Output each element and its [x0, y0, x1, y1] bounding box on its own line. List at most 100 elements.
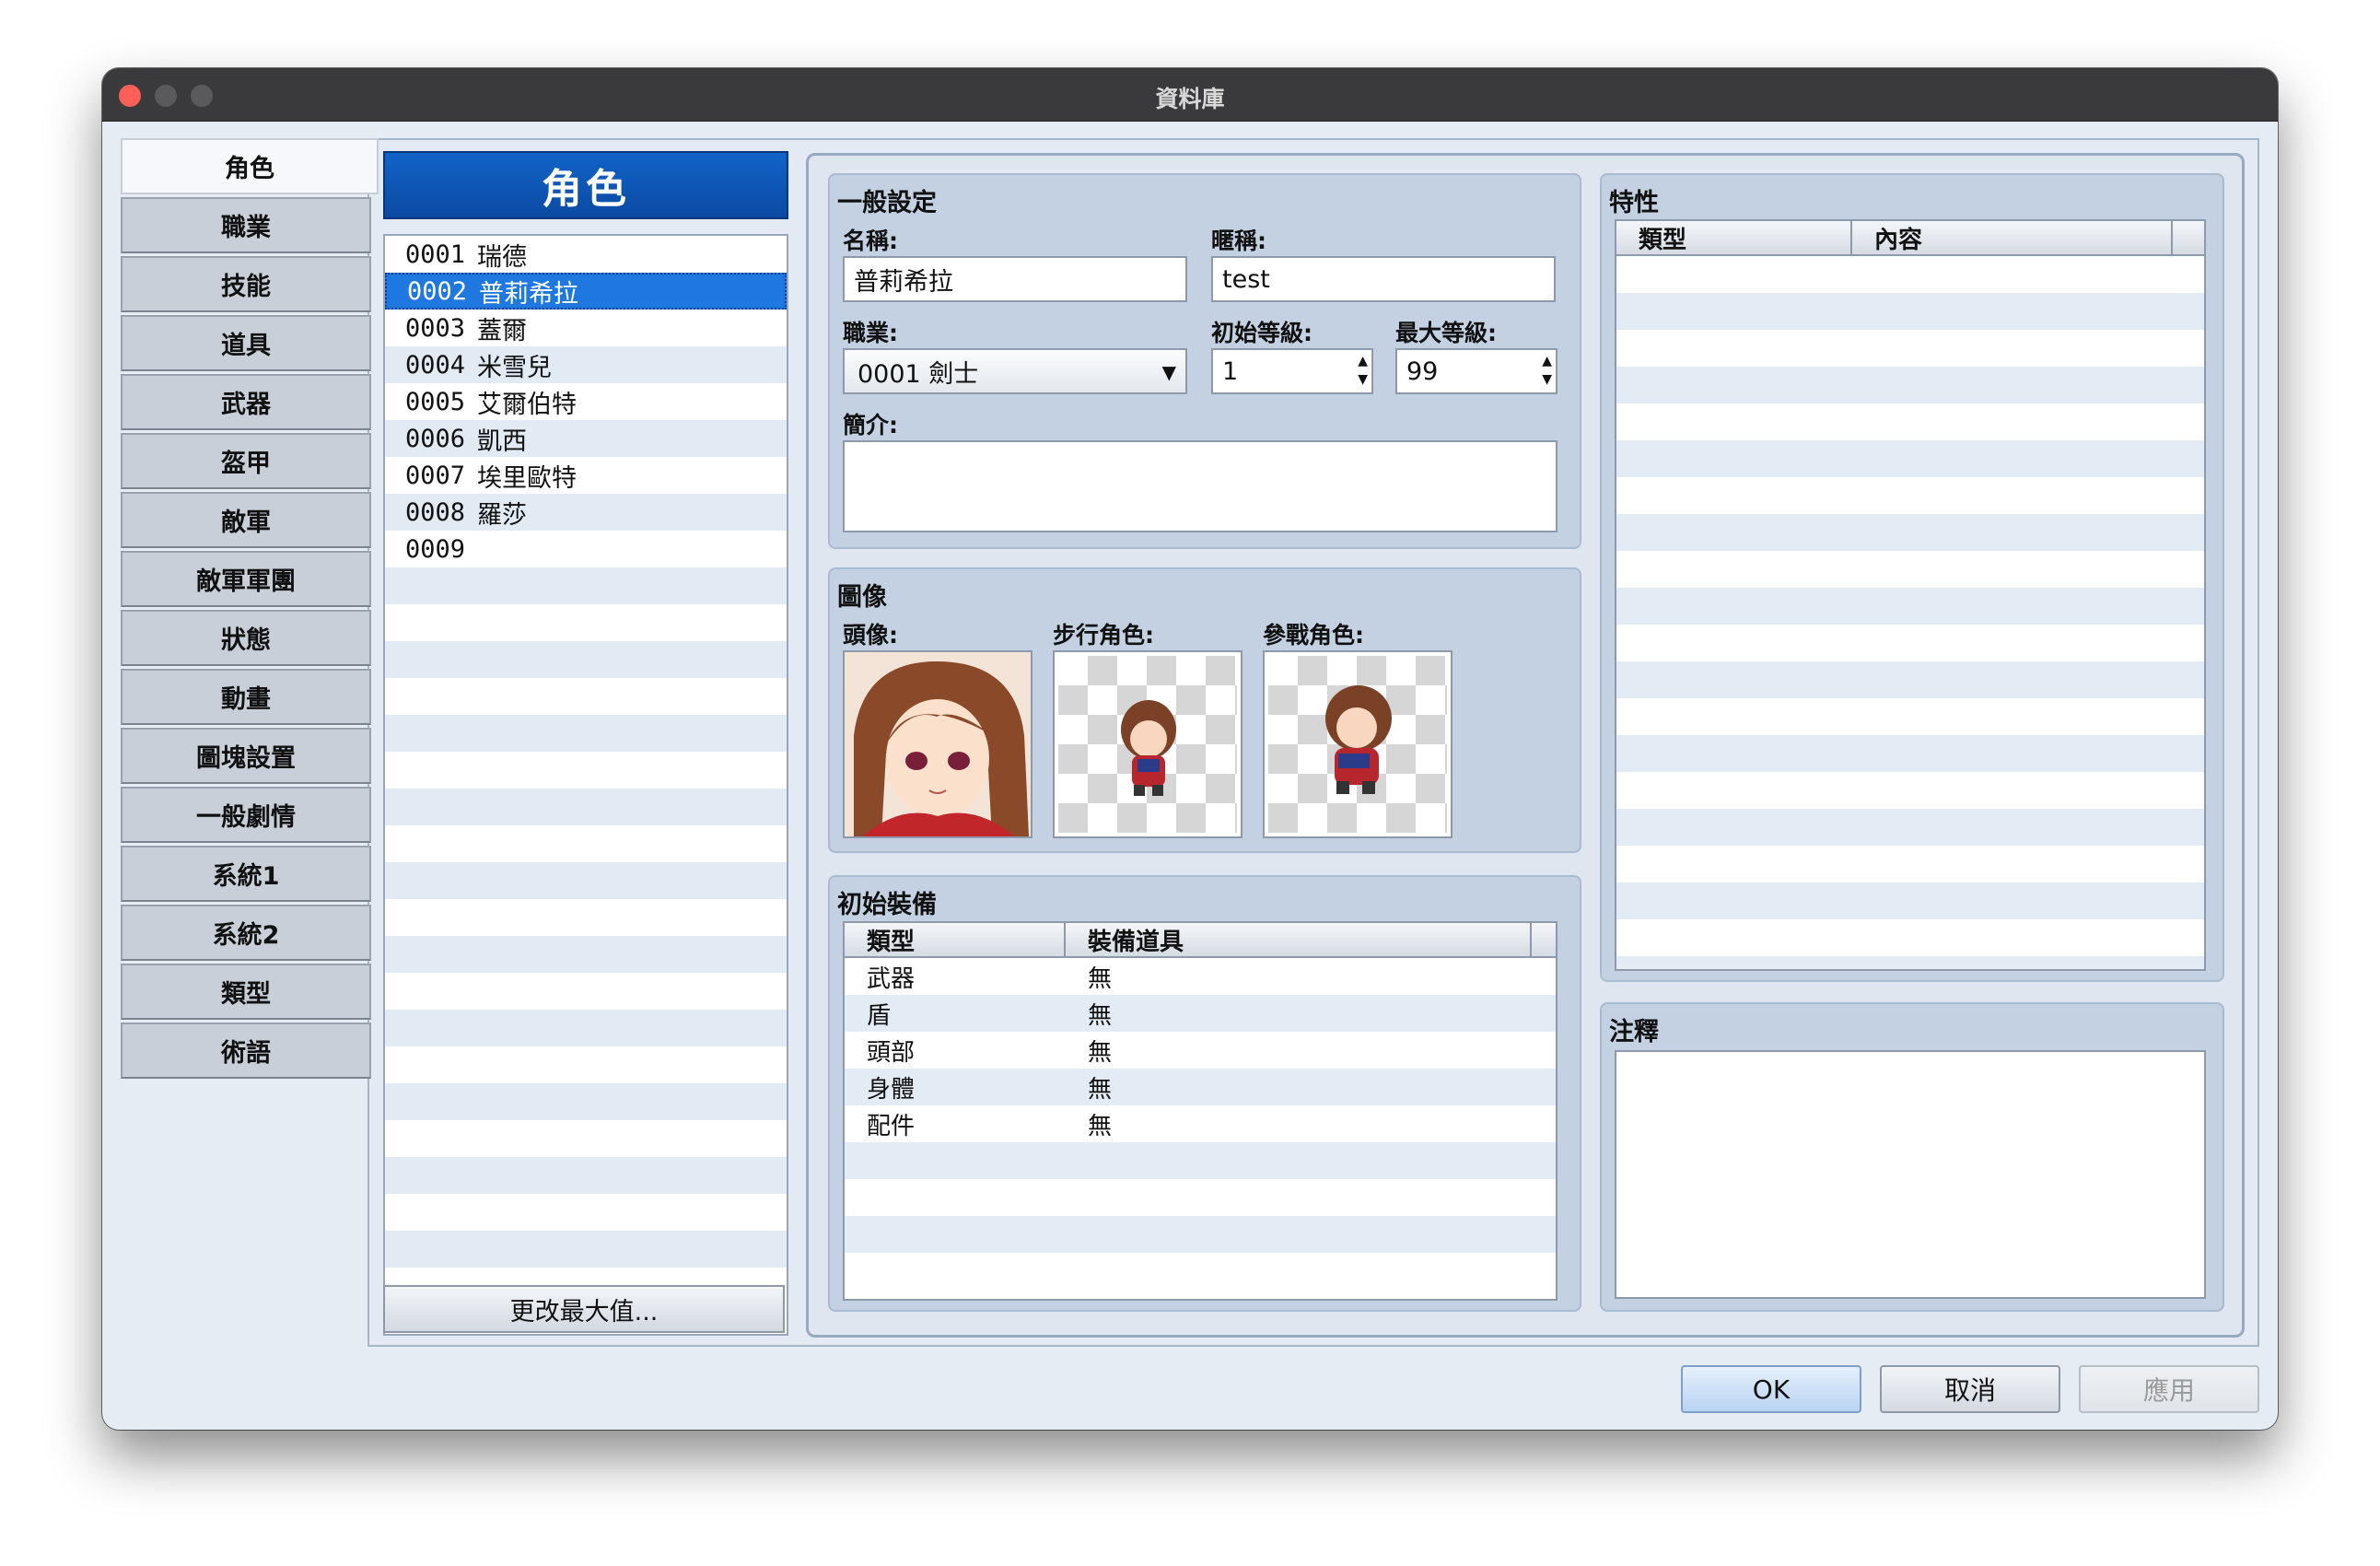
nickname-field[interactable]: test: [1211, 256, 1556, 302]
actor-list[interactable]: 0001 瑞德 0002 普莉希拉 0003 蓋爾 0004 米雪兒 0005 艾爾伯特 …: [383, 234, 788, 1336]
tab-common-events[interactable]: 一般劇情: [121, 787, 371, 843]
empty-row: [385, 678, 787, 715]
column-header-content[interactable]: 內容: [1852, 221, 2173, 254]
window-title: 資料庫: [1155, 86, 1225, 112]
face-image-box[interactable]: [843, 650, 1032, 838]
traits-table[interactable]: 類型 內容: [1615, 219, 2206, 971]
actor-list-item[interactable]: 0005 艾爾伯特: [385, 383, 787, 420]
equip-type-cell: 武器: [867, 964, 916, 993]
table-row[interactable]: 盾無: [845, 995, 1556, 1032]
tab-states[interactable]: 狀態: [121, 610, 371, 666]
empty-row: [385, 1083, 787, 1120]
note-group: 注釋: [1600, 1002, 2224, 1312]
empty-row: [1616, 956, 2204, 969]
empty-row: [385, 715, 787, 752]
tab-troops[interactable]: 敵軍軍團: [121, 551, 371, 607]
empty-row: [385, 789, 787, 825]
tab-animations[interactable]: 動畫: [121, 669, 371, 725]
note-textarea[interactable]: [1615, 1050, 2206, 1299]
equipment-table[interactable]: 類型 裝備道具 武器無 盾無 頭部無 身體無 配件無: [843, 921, 1558, 1301]
tab-items[interactable]: 道具: [121, 315, 371, 371]
equip-item-cell: 無: [1088, 1112, 1113, 1140]
equip-item-cell: 無: [1088, 964, 1113, 993]
battler-image-box[interactable]: [1263, 650, 1452, 838]
actor-list-item[interactable]: 0001 瑞德: [385, 236, 787, 273]
equip-item-cell: 無: [1088, 1038, 1113, 1067]
actor-id: 0005: [405, 387, 466, 416]
empty-row: [1616, 403, 2204, 440]
tab-actors[interactable]: 角色: [121, 138, 379, 194]
class-label: 職業:: [843, 320, 898, 346]
empty-row: [1616, 809, 2204, 846]
apply-button[interactable]: 應用: [2079, 1365, 2259, 1413]
tab-enemies[interactable]: 敵軍: [121, 492, 371, 548]
tab-types[interactable]: 類型: [121, 964, 371, 1020]
actor-list-item[interactable]: 0006 凱西: [385, 420, 787, 457]
column-header-type[interactable]: 類型: [1616, 221, 1852, 254]
initial-equipment-group: 初始裝備 類型 裝備道具 武器無 盾無 頭部無 身體無 配件無: [828, 875, 1581, 1312]
tab-weapons[interactable]: 武器: [121, 374, 371, 430]
actor-id: 0003: [405, 313, 466, 343]
empty-row: [1616, 882, 2204, 919]
max-level-value: 99: [1406, 356, 1439, 386]
actor-id: 0007: [405, 461, 466, 490]
empty-row: [1616, 367, 2204, 403]
empty-row: [1616, 661, 2204, 698]
empty-row: [1616, 698, 2204, 735]
empty-row: [1616, 477, 2204, 514]
empty-row: [385, 1120, 787, 1157]
battler-sprite-image: [1325, 685, 1392, 794]
initial-level-spinner[interactable]: 1 ▲ ▼: [1211, 348, 1373, 394]
spinner-arrows-icon[interactable]: ▲ ▼: [1542, 352, 1552, 389]
actor-name: 蓋爾: [477, 316, 527, 345]
face-portrait-image: [845, 652, 1031, 836]
table-row[interactable]: 身體 無: [845, 1069, 1556, 1105]
class-select[interactable]: 0001 劍士 ▼: [843, 348, 1187, 394]
max-level-label: 最大等級:: [1395, 320, 1497, 346]
table-row[interactable]: 頭部 無: [845, 1032, 1556, 1069]
tab-terms[interactable]: 術語: [121, 1023, 371, 1079]
tab-classes[interactable]: 職業: [121, 197, 371, 253]
category-tabs: 角色 職業 技能 道具 武器 盔甲 敵軍 敵軍軍團 狀態 動畫 圖塊設置 一般劇…: [121, 138, 379, 1081]
column-header-type[interactable]: 類型: [845, 923, 1066, 956]
actor-list-item[interactable]: 0008 羅莎: [385, 494, 787, 531]
actor-list-item[interactable]: 0004 米雪兒: [385, 346, 787, 383]
actor-list-header: 角色: [383, 151, 788, 219]
change-maximum-button[interactable]: 更改最大值...: [383, 1285, 785, 1333]
empty-row: [385, 973, 787, 1010]
empty-row: [1616, 846, 2204, 882]
tab-tilesets[interactable]: 圖塊設置: [121, 728, 371, 784]
table-row[interactable]: 配件 無: [845, 1105, 1556, 1142]
walk-character-image-box[interactable]: [1053, 650, 1242, 838]
equip-item-cell: 無: [1088, 1075, 1113, 1104]
spinner-arrows-icon[interactable]: ▲ ▼: [1358, 352, 1368, 389]
actor-list-item[interactable]: 0003 蓋爾: [385, 310, 787, 346]
table-row[interactable]: 武器 無: [845, 958, 1556, 995]
tab-armors[interactable]: 盔甲: [121, 433, 371, 489]
actor-list-item[interactable]: 0009: [385, 531, 787, 567]
traits-group: 特性 類型 內容: [1600, 173, 2224, 982]
equip-type-cell: 頭部: [867, 1038, 916, 1067]
tab-system2[interactable]: 系統2: [121, 905, 371, 961]
tab-system1[interactable]: 系統1: [121, 846, 371, 902]
walk-character-label: 步行角色:: [1053, 622, 1154, 649]
empty-row: [385, 1194, 787, 1231]
traits-title: 特性: [1609, 189, 1659, 217]
max-level-spinner[interactable]: 99 ▲ ▼: [1395, 348, 1558, 394]
empty-row: [385, 604, 787, 641]
cancel-button[interactable]: 取消: [1880, 1365, 2060, 1413]
tab-skills[interactable]: 技能: [121, 256, 371, 312]
ok-button[interactable]: OK: [1681, 1365, 1861, 1413]
actor-list-item-selected[interactable]: 0002 普莉希拉: [385, 273, 787, 310]
equip-type-cell: 身體: [867, 1075, 916, 1104]
actor-list-item[interactable]: 0007 埃里歐特: [385, 457, 787, 494]
empty-row: [385, 752, 787, 789]
name-label: 名稱:: [843, 228, 898, 254]
name-field[interactable]: 普莉希拉: [843, 256, 1187, 302]
column-header-equipment[interactable]: 裝備道具: [1066, 923, 1532, 956]
empty-row: [1616, 625, 2204, 661]
empty-row: [385, 567, 787, 604]
profile-textarea[interactable]: [843, 440, 1558, 532]
empty-row: [385, 1157, 787, 1194]
equipment-rows: 武器無 盾無 頭部無 身體無 配件無: [845, 958, 1556, 1290]
